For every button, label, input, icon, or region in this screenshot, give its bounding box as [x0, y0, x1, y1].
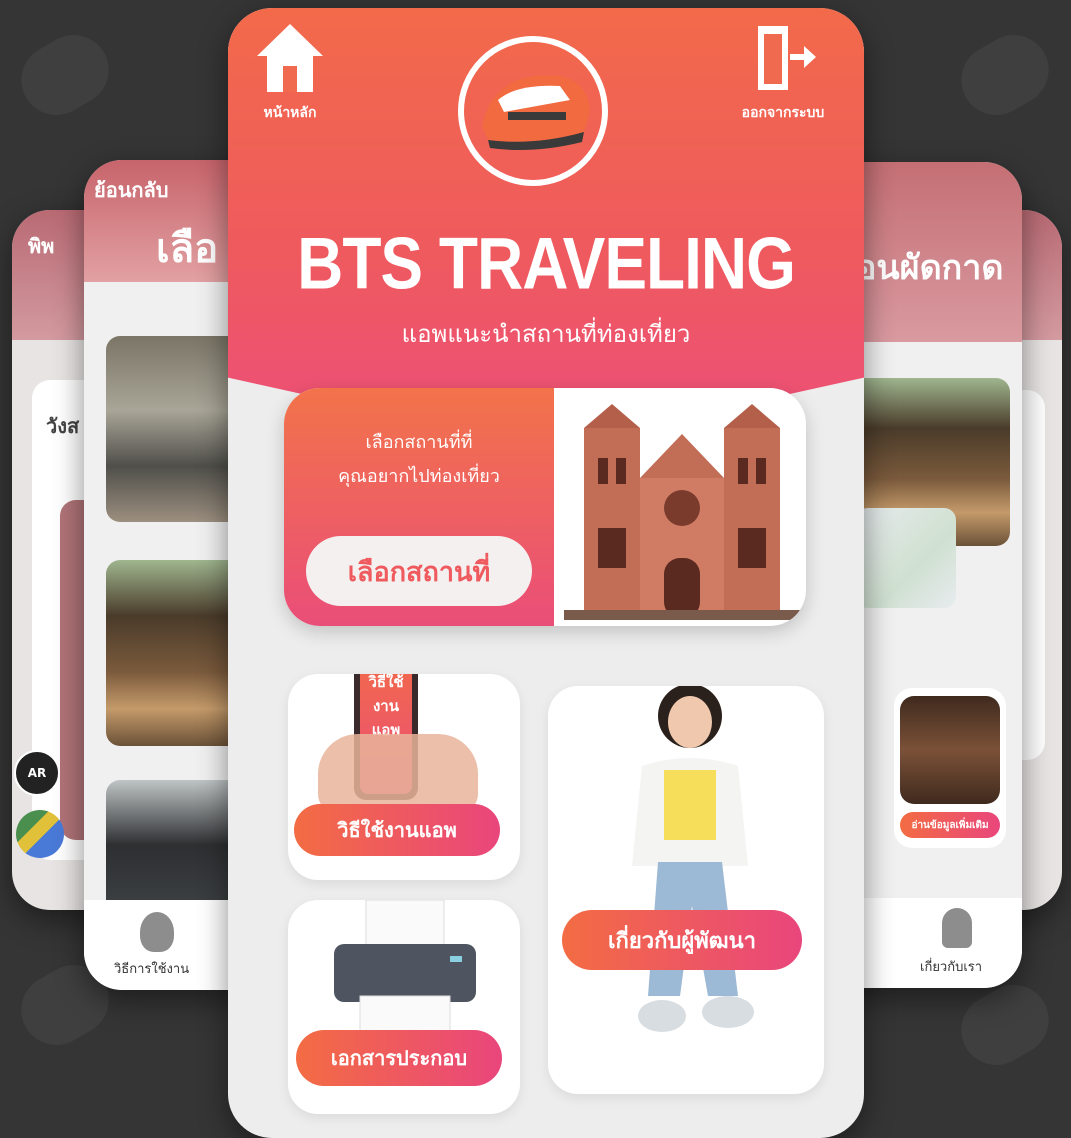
app-title: BTS TRAVELING	[297, 221, 796, 305]
developers-tile[interactable]: เกี่ยวกับผู้พัฒนา	[548, 686, 824, 1094]
logout-label: ออกจากระบบ	[741, 105, 825, 121]
page-title: อนผัดกาด	[856, 248, 1004, 288]
nav-how-to-label[interactable]: วิธีการใช้งาน	[114, 958, 189, 979]
printer-icon	[334, 900, 476, 1040]
place-name-label: วังส	[46, 414, 80, 438]
back-button[interactable]: ย้อนกลับ	[94, 174, 168, 206]
prompt-line-2: คุณอยากไปท่องเที่ยว	[338, 466, 500, 487]
app-subtitle: แอพแนะนำสถานที่ท่องเที่ยว	[401, 320, 691, 348]
home-icon	[257, 24, 323, 92]
lightbulb-icon[interactable]	[140, 912, 174, 952]
documents-button[interactable]: เอกสารประกอบ	[296, 1030, 502, 1086]
select-place-prompt: เลือกสถานที่ที่ คุณอยากไปท่องเที่ยว	[284, 426, 554, 494]
read-more-button[interactable]: อ่านข้อมูลเพิ่มเติม	[900, 812, 1000, 838]
developer-photo	[632, 686, 754, 1032]
how-to-button[interactable]: วิธีใช้งานแอพ	[294, 804, 500, 856]
phone-text-2: งาน	[372, 697, 399, 715]
user-icon[interactable]	[942, 908, 972, 948]
map-pin-icon[interactable]	[16, 810, 64, 858]
back-label[interactable]: พิพ	[28, 230, 54, 262]
hand-illustration	[318, 734, 478, 814]
background-decoration	[948, 22, 1062, 128]
select-place-panel: เลือกสถานที่ที่ คุณอยากไปท่องเที่ยว เลือ…	[284, 388, 554, 626]
logout-button[interactable]: ออกจากระบบ	[718, 22, 848, 122]
documents-tile[interactable]: เอกสารประกอบ	[288, 900, 520, 1114]
ar-button[interactable]: AR	[14, 750, 60, 796]
how-to-tile[interactable]: วิธีใช้ งาน แอพ วิธีใช้งานแอพ	[288, 674, 520, 880]
map-thumbnail[interactable]	[856, 508, 956, 608]
phone-text-1: วิธีใช้	[368, 674, 404, 691]
background-decoration	[948, 972, 1062, 1078]
screen-home: หน้าหลัก ออกจากระบบ BTS TRAVELING แอพแนะ…	[228, 8, 864, 1138]
home-label: หน้าหลัก	[263, 105, 317, 121]
background-decoration	[8, 22, 122, 128]
select-place-button[interactable]: เลือกสถานที่	[306, 536, 532, 606]
developers-button[interactable]: เกี่ยวกับผู้พัฒนา	[562, 910, 802, 970]
home-button[interactable]: หน้าหลัก	[250, 22, 330, 122]
gallery-card: อ่านข้อมูลเพิ่มเติม	[894, 688, 1006, 848]
page-title: เลือ	[156, 226, 219, 272]
train-icon	[482, 75, 590, 150]
church-illustration	[564, 404, 800, 620]
gallery-photo	[900, 696, 1000, 804]
select-place-card: เลือกสถานที่ที่ คุณอยากไปท่องเที่ยว เลือ…	[284, 388, 806, 626]
prompt-line-1: เลือกสถานที่ที่	[365, 432, 473, 453]
logout-icon	[758, 26, 816, 90]
nav-about-label[interactable]: เกี่ยวกับเรา	[920, 956, 982, 977]
app-logo	[458, 36, 608, 186]
